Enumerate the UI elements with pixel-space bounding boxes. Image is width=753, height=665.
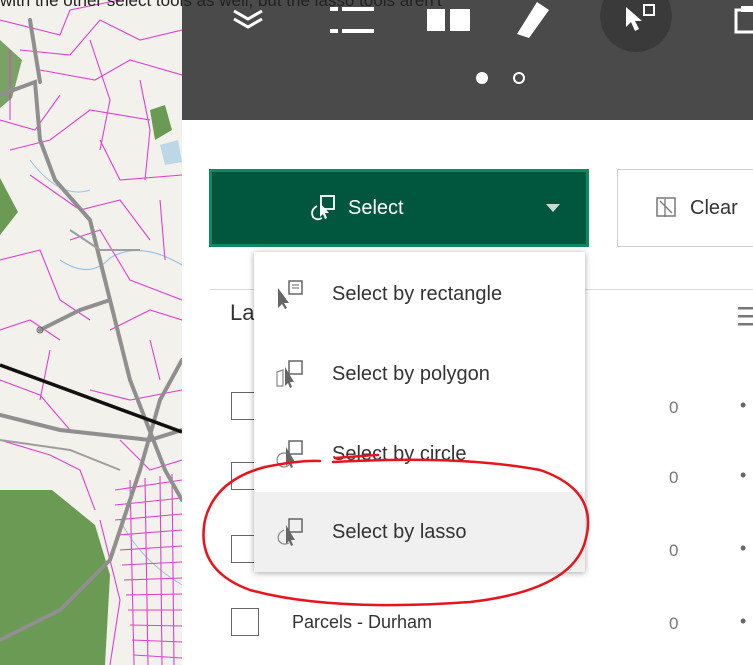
select-button-label: Select (348, 196, 404, 219)
page-dot-inactive[interactable] (513, 72, 525, 84)
select-lasso-icon (274, 516, 314, 548)
select-lasso-icon (308, 193, 338, 223)
layer-bullet: • (740, 395, 747, 415)
menu-item-label: Select by rectangle (332, 282, 503, 305)
menu-item-lasso[interactable]: Select by lasso (254, 492, 585, 572)
menu-item-label: Select by lasso (332, 520, 467, 543)
clear-button[interactable]: Clear (617, 169, 753, 247)
menu-item-rectangle[interactable]: Select by rectangle (254, 254, 585, 334)
clear-button-label: Clear (690, 196, 738, 219)
map-canvas (0, 0, 182, 665)
layer-count: 0 (669, 614, 679, 633)
layer-bullet: • (740, 538, 747, 558)
clear-selection-icon (654, 195, 680, 221)
caption-text: with the other select tools as well, but… (0, 0, 442, 10)
layer-bullet: • (740, 465, 747, 485)
select-dropdown-button[interactable]: Select (209, 169, 589, 247)
chevron-down-icon (546, 204, 560, 212)
layers-heading: La (230, 300, 255, 325)
menu-item-polygon[interactable]: Select by polygon (254, 334, 585, 414)
layer-count: 0 (669, 398, 679, 417)
map-view[interactable] (0, 0, 182, 665)
page-dot-active[interactable] (476, 72, 488, 84)
menu-item-label: Select by polygon (332, 362, 490, 385)
layer-name: Parcels - Durham (292, 612, 433, 632)
menu-item-label: Select by circle (332, 442, 467, 465)
menu-item-circle[interactable]: Select by circle (254, 414, 585, 494)
select-tool-menu: Select by rectangle Select by polygon Se… (254, 252, 585, 572)
layer-count: 0 (669, 468, 679, 487)
select-circle-icon (274, 438, 314, 470)
select-rectangle-icon (274, 278, 314, 310)
layer-count: 0 (669, 541, 679, 560)
layer-checkbox[interactable] (231, 608, 259, 636)
select-polygon-icon (274, 358, 314, 390)
layer-bullet: • (740, 611, 747, 631)
list-options-icon[interactable] (738, 305, 753, 350)
